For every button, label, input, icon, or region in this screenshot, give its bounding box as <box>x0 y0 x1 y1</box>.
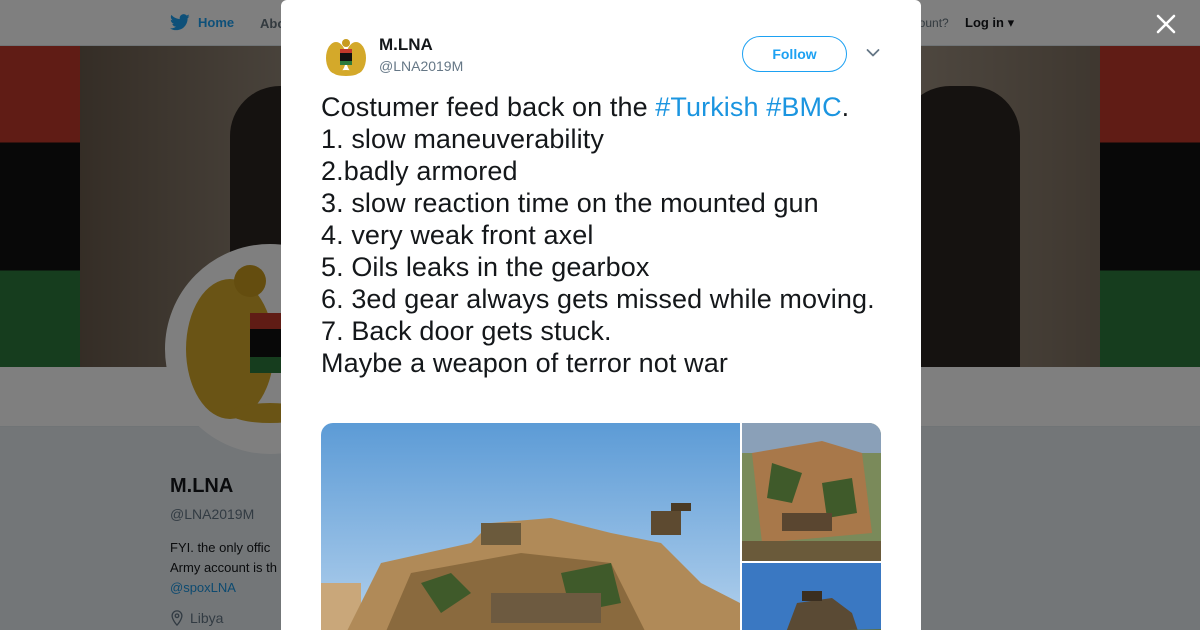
tweet-modal: M.LNA @LNA2019M Follow Costumer feed bac… <box>281 0 921 630</box>
chevron-down-icon[interactable] <box>866 48 880 58</box>
tweet-author-avatar[interactable] <box>323 34 369 80</box>
tweet-media-grid <box>321 423 881 630</box>
tweet-author-handle[interactable]: @LNA2019M <box>379 58 463 74</box>
tweet-text: Costumer feed back on the #Turkish #BMC.… <box>321 91 891 379</box>
hashtag-turkish[interactable]: #Turkish <box>655 92 758 122</box>
tweet-body: 1. slow maneuverability 2.badly armored … <box>321 124 875 378</box>
tweet-author-name[interactable]: M.LNA <box>379 35 433 55</box>
follow-button[interactable]: Follow <box>742 36 847 72</box>
media-photo-1[interactable] <box>321 423 740 630</box>
media-photo-3[interactable] <box>742 563 881 630</box>
hashtag-bmc[interactable]: #BMC <box>766 92 841 122</box>
media-photo-2[interactable] <box>742 423 881 561</box>
tweet-text-period: . <box>841 92 850 122</box>
close-icon[interactable] <box>1152 10 1180 38</box>
tweet-text-prefix: Costumer feed back on the <box>321 92 656 122</box>
